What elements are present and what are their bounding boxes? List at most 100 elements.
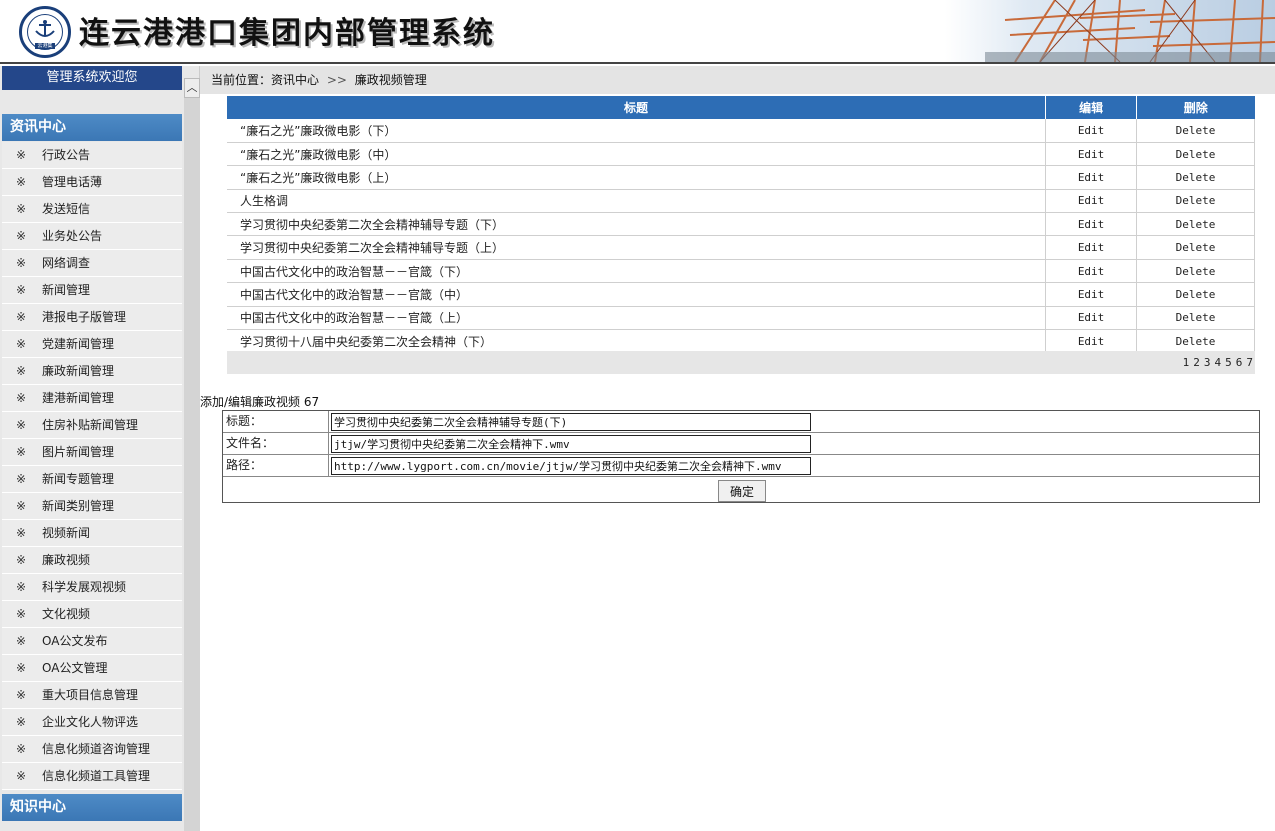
edit-link[interactable]: Edit	[1045, 329, 1138, 354]
sidebar-item[interactable]: ※ 新闻专题管理	[2, 466, 182, 493]
delete-link[interactable]: Delete	[1136, 189, 1255, 214]
pagination: 1234567	[227, 351, 1255, 374]
page-link[interactable]: 2	[1193, 356, 1200, 369]
bullet-mark-icon: ※	[16, 175, 27, 189]
row-title: “廉石之光”廉政微电影（上）	[227, 165, 1047, 190]
edit-link[interactable]: Edit	[1045, 189, 1138, 214]
delete-link[interactable]: Delete	[1136, 142, 1255, 167]
bullet-mark-icon: ※	[16, 418, 27, 432]
title-input[interactable]	[331, 413, 811, 431]
path-input[interactable]	[331, 457, 811, 475]
sidebar-item[interactable]: ※ 重大项目信息管理	[2, 682, 182, 709]
breadcrumb-separator: >>	[326, 73, 347, 87]
table-row: 人生格调 Edit Delete	[227, 189, 1255, 214]
page-link[interactable]: 7	[1246, 356, 1253, 369]
sidebar-item-label: 重大项目信息管理	[42, 688, 139, 702]
edit-link[interactable]: Edit	[1045, 142, 1138, 167]
sidebar-item-label: OA公文管理	[42, 661, 108, 675]
sidebar-item[interactable]: ※ 企业文化人物评选	[2, 709, 182, 736]
bullet-mark-icon: ※	[16, 526, 27, 540]
file-name-input[interactable]	[331, 435, 811, 453]
sidebar-item[interactable]: ※ 科学发展观视频	[2, 574, 182, 601]
edit-link[interactable]: Edit	[1045, 259, 1138, 284]
edit-link[interactable]: Edit	[1045, 119, 1138, 143]
bullet-mark-icon: ※	[16, 229, 27, 243]
breadcrumb: 当前位置：资讯中心 >> 廉政视频管理	[200, 66, 1275, 94]
table-row: 学习贯彻中央纪委第二次全会精神辅导专题（下） Edit Delete	[227, 212, 1255, 237]
row-title: 学习贯彻中央纪委第二次全会精神辅导专题（下）	[227, 212, 1047, 237]
table-row: 中国古代文化中的政治智慧－－官箴（中） Edit Delete	[227, 282, 1255, 307]
delete-link[interactable]: Delete	[1136, 282, 1255, 307]
delete-link[interactable]: Delete	[1136, 259, 1255, 284]
bullet-mark-icon: ※	[16, 634, 27, 648]
bullet-mark-icon: ※	[16, 472, 27, 486]
form-row-file: 文件名：	[223, 433, 1259, 455]
delete-link[interactable]: Delete	[1136, 119, 1255, 143]
sidebar-item[interactable]: ※ 视频新闻	[2, 520, 182, 547]
page-link[interactable]: 6	[1236, 356, 1243, 369]
sidebar-item[interactable]: ※ 发送短信	[2, 196, 182, 223]
sidebar-item[interactable]: ※ 信息化频道工具管理	[2, 763, 182, 790]
edit-link[interactable]: Edit	[1045, 165, 1138, 190]
sidebar-item[interactable]: ※ OA公文发布	[2, 628, 182, 655]
sidebar-item[interactable]: ※ 新闻管理	[2, 277, 182, 304]
page-link[interactable]: 1	[1183, 356, 1190, 369]
page-link[interactable]: 3	[1204, 356, 1211, 369]
sidebar-item[interactable]: ※ 管理电话薄	[2, 169, 182, 196]
page-link[interactable]: 5	[1225, 356, 1232, 369]
company-logo-icon: 云港集	[19, 6, 71, 58]
table-row: “廉石之光”廉政微电影（上） Edit Delete	[227, 165, 1255, 190]
row-title: 人生格调	[227, 189, 1047, 214]
delete-link[interactable]: Delete	[1136, 212, 1255, 237]
delete-link[interactable]: Delete	[1136, 329, 1255, 354]
table-header-row: 标题 编辑 删除	[227, 96, 1255, 119]
edit-link[interactable]: Edit	[1045, 235, 1138, 260]
sidebar-item[interactable]: ※ 文化视频	[2, 601, 182, 628]
delete-link[interactable]: Delete	[1136, 235, 1255, 260]
sidebar-item[interactable]: ※ 新闻类别管理	[2, 493, 182, 520]
sidebar-item[interactable]: ※ 港报电子版管理	[2, 304, 182, 331]
sidebar-item-label: 发送短信	[42, 202, 91, 216]
sidebar-item[interactable]: ※ 业务处公告	[2, 223, 182, 250]
form-row-title: 标题：	[223, 411, 1259, 433]
sidebar-item[interactable]: ※ 建港新闻管理	[2, 385, 182, 412]
breadcrumb-prefix: 当前位置：资讯中心	[211, 73, 320, 87]
sidebar-item-label: 港报电子版管理	[42, 310, 127, 324]
table-body: “廉石之光”廉政微电影（下） Edit Delete “廉石之光”廉政微电影（中） Ed…	[227, 119, 1255, 354]
logo-badge: 云港集	[35, 43, 55, 49]
bullet-mark-icon: ※	[16, 769, 27, 783]
delete-link[interactable]: Delete	[1136, 165, 1255, 190]
sidebar-item[interactable]: ※ OA公文管理	[2, 655, 182, 682]
table-row: 学习贯彻十八届中央纪委第二次全会精神（下） Edit Delete	[227, 329, 1255, 354]
column-header-title: 标题	[227, 96, 1047, 119]
anchor-icon	[35, 20, 55, 37]
edit-link[interactable]: Edit	[1045, 282, 1138, 307]
sidebar-item[interactable]: ※ 住房补贴新闻管理	[2, 412, 182, 439]
sidebar-item[interactable]: ※ 党建新闻管理	[2, 331, 182, 358]
sidebar-scrollbar[interactable]	[184, 80, 200, 831]
bullet-mark-icon: ※	[16, 688, 27, 702]
sidebar-item[interactable]: ※ 网络调查	[2, 250, 182, 277]
nav-section-news[interactable]: 资讯中心	[2, 114, 182, 141]
sidebar-item[interactable]: ※ 廉政视频	[2, 547, 182, 574]
edit-link[interactable]: Edit	[1045, 306, 1138, 331]
edit-link[interactable]: Edit	[1045, 212, 1138, 237]
column-header-edit: 编辑	[1045, 96, 1138, 119]
submit-button[interactable]: 确定	[718, 480, 766, 502]
sidebar-item-label: 廉政视频	[42, 553, 91, 567]
nav-section-knowledge[interactable]: 知识中心	[2, 794, 182, 821]
page-link[interactable]: 4	[1215, 356, 1222, 369]
bullet-mark-icon: ※	[16, 715, 27, 729]
sidebar-item-label: 住房补贴新闻管理	[42, 418, 139, 432]
bullet-mark-icon: ※	[16, 148, 27, 162]
delete-link[interactable]: Delete	[1136, 306, 1255, 331]
bullet-mark-icon: ※	[16, 607, 27, 621]
sidebar-item[interactable]: ※ 廉政新闻管理	[2, 358, 182, 385]
sidebar-item[interactable]: ※ 图片新闻管理	[2, 439, 182, 466]
sidebar: 管理系统欢迎您 ︿ 资讯中心 ※ 行政公告 ※ 管理电话薄 ※ 发送短信 ※ 业务处公告 ※ 网络…	[0, 66, 200, 831]
site-title: 连云港港口集团内部管理系统	[79, 16, 495, 51]
scroll-up-icon[interactable]: ︿	[184, 78, 200, 98]
bullet-mark-icon: ※	[16, 256, 27, 270]
sidebar-item[interactable]: ※ 行政公告	[2, 142, 182, 169]
sidebar-item[interactable]: ※ 信息化频道咨询管理	[2, 736, 182, 763]
